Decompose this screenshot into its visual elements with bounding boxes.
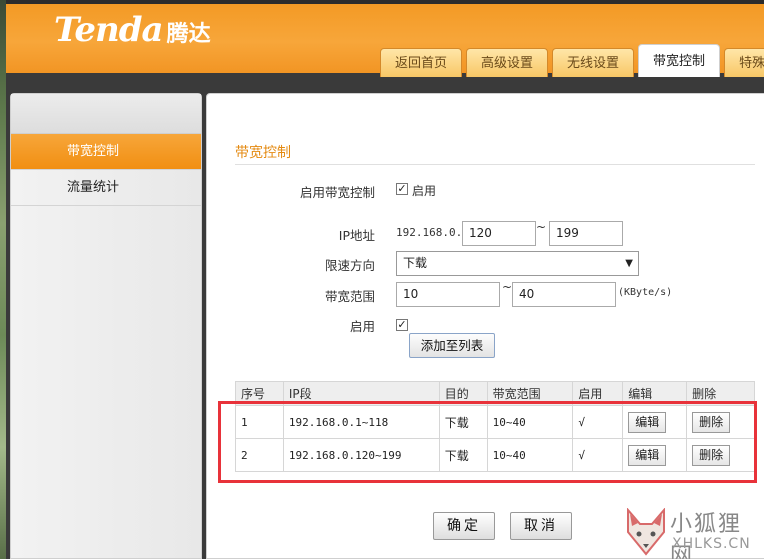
rule-enable-checkbox[interactable]: ✓ (396, 319, 408, 331)
header-bar: Tenda 腾达 返回首页 高级设置 无线设置 带宽控制 特殊 (6, 0, 764, 77)
col-no: 序号 (235, 381, 284, 406)
bandwidth-min-input[interactable]: 10 (396, 282, 500, 307)
ip-start-input[interactable]: 120 (462, 221, 536, 246)
row-direction: 下载 (438, 405, 488, 439)
ip-prefix: 192.168.0. (396, 226, 463, 239)
col-ip-range: IP段 (282, 381, 440, 406)
section-title: 带宽控制 (235, 145, 291, 161)
sidebar-item-traffic-stats[interactable]: 流量统计 (11, 170, 201, 206)
row-ip: 192.168.0.120~199 (282, 438, 440, 472)
section-divider (235, 164, 755, 165)
edit-button[interactable]: 编辑 (628, 444, 667, 466)
row-enabled: √ (572, 438, 624, 472)
sidebar-header (11, 94, 201, 134)
row-bandwidth: 10~40 (486, 438, 574, 472)
top-nav-tabs: 返回首页 高级设置 无线设置 带宽控制 特殊 (380, 44, 764, 77)
delete-button[interactable]: 删除 (692, 411, 731, 433)
row-bandwidth: 10~40 (486, 405, 574, 439)
dropdown-arrow-icon: ▼ (625, 258, 633, 269)
bandwidth-unit: (KByte/s) (618, 287, 673, 298)
col-enabled: 启用 (572, 381, 624, 406)
enable-bandwidth-text: 启用 (412, 184, 437, 198)
row-ip: 192.168.0.1~118 (282, 405, 440, 439)
bandwidth-max-input[interactable]: 40 (512, 282, 616, 307)
tab-bandwidth-control[interactable]: 带宽控制 (638, 44, 721, 77)
main-panel: 带宽控制 启用带宽控制 ✓ 启用 IP地址 192.168.0. 120 ~ 1… (206, 93, 764, 559)
table-row: 1 192.168.0.1~118 下载 10~40 √ 编辑 删除 (235, 405, 755, 439)
limit-direction-select[interactable]: 下载 ▼ (396, 251, 639, 276)
rules-table: 序号 IP段 目的 带宽范围 启用 编辑 删除 1 192.168.0.1~11… (235, 381, 755, 472)
col-direction: 目的 (438, 381, 488, 406)
tab-wireless[interactable]: 无线设置 (552, 48, 635, 77)
limit-direction-value: 下载 (403, 256, 428, 270)
background-photo-edge (0, 0, 6, 559)
enable-bandwidth-checkbox[interactable]: ✓ (396, 183, 408, 195)
sidebar-item-bandwidth-control[interactable]: 带宽控制 (11, 134, 201, 170)
logo-text-cn: 腾达 (166, 22, 211, 47)
row-no: 2 (235, 438, 284, 472)
tenda-logo: Tenda 腾达 (54, 10, 211, 50)
table-row: 2 192.168.0.120~199 下载 10~40 √ 编辑 删除 (235, 438, 755, 472)
col-delete: 删除 (686, 381, 755, 406)
col-edit: 编辑 (622, 381, 688, 406)
row-no: 1 (235, 405, 284, 439)
logo-text-en: Tenda (54, 10, 164, 50)
fox-logo-icon (627, 508, 665, 556)
bandwidth-range-separator: ~ (502, 280, 513, 294)
row-enabled: √ (572, 405, 624, 439)
tab-special[interactable]: 特殊 (724, 48, 764, 77)
cancel-button[interactable]: 取消 (510, 512, 572, 540)
watermark-text-en: XHLKS.CN (672, 536, 751, 552)
enable-bandwidth-label: 启用带宽控制 (299, 185, 375, 200)
ok-button[interactable]: 确定 (433, 512, 495, 540)
table-header-row: 序号 IP段 目的 带宽范围 启用 编辑 删除 (235, 381, 755, 406)
ip-address-label: IP地址 (338, 228, 375, 243)
sidebar: 带宽控制 流量统计 (10, 93, 202, 559)
tab-advanced[interactable]: 高级设置 (466, 48, 549, 77)
limit-direction-label: 限速方向 (324, 258, 375, 273)
ip-range-separator: ~ (536, 220, 547, 234)
delete-button[interactable]: 删除 (692, 444, 731, 466)
add-to-list-button[interactable]: 添加至列表 (409, 333, 495, 358)
bandwidth-range-label: 带宽范围 (324, 289, 375, 304)
watermark: 小狐狸网 XHLKS.CN (624, 506, 764, 559)
ip-end-input[interactable]: 199 (549, 221, 623, 246)
col-bandwidth: 带宽范围 (486, 381, 574, 406)
edit-button[interactable]: 编辑 (628, 411, 667, 433)
row-direction: 下载 (438, 438, 488, 472)
tab-home[interactable]: 返回首页 (380, 48, 463, 77)
rule-enable-label: 启用 (349, 319, 375, 334)
